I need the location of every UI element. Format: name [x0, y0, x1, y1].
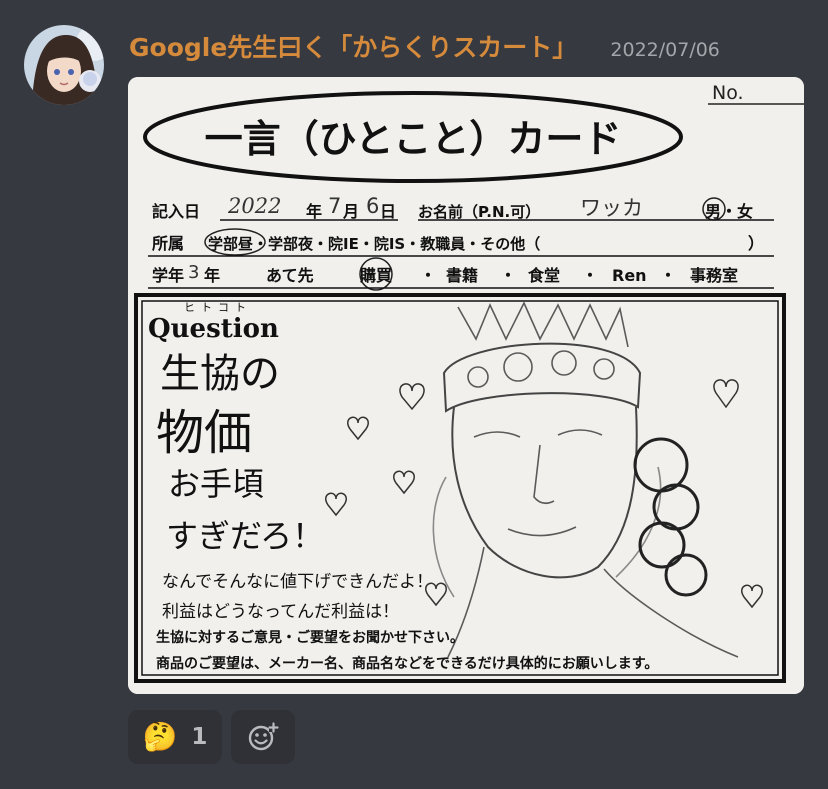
svg-text:・: ・ [660, 266, 676, 285]
handwriting-small-2: 利益はどうなってんだ利益は！ [162, 602, 399, 622]
recipient-cafeteria: 食堂 [527, 266, 560, 285]
year-label: 年 [306, 202, 322, 221]
svg-text:・: ・ [582, 266, 598, 285]
footer-line-2: 商品のご要望は、メーカー名、商品名などをできるだけ具体的にお願いします。 [156, 655, 658, 672]
recipient-ren: Ren [612, 266, 647, 285]
svg-text:・: ・ [500, 266, 516, 285]
handwriting-line-1: 生協の [160, 351, 280, 397]
day-label: 日 [380, 202, 396, 221]
reaction-count: 1 [191, 724, 208, 750]
question-ruby: ヒトコト [184, 301, 252, 314]
recipient-label: あて先 [266, 266, 314, 285]
grade-unit: 年 [204, 266, 220, 285]
name-value: ワッカ [580, 196, 643, 220]
handwriting-line-4: すぎだろ！ [166, 517, 324, 555]
add-reaction-button[interactable] [231, 710, 295, 764]
recipient-books: 書籍 [446, 266, 478, 285]
affiliation-label: 所属 [152, 234, 184, 253]
month-label: 月 [342, 202, 359, 221]
grade-value: 3 [188, 262, 199, 283]
add-reaction-icon [248, 722, 279, 751]
question-label: Question [148, 314, 279, 344]
gender-options: 男・女 [705, 202, 753, 221]
year-value: 2022 [227, 194, 281, 218]
user-avatar[interactable] [24, 25, 104, 105]
grade-label: 学年 [152, 266, 184, 285]
author-name[interactable]: Google先生曰く「からくりスカート」 [129, 33, 577, 62]
image-attachment[interactable]: No. 一言（ひとこと）カード 記入日 2022 年 7 月 6 日 お名前（P… [128, 77, 804, 694]
month-value: 7 [328, 194, 341, 218]
card-no-label: No. [712, 82, 744, 104]
affiliation-close: ） [748, 234, 764, 253]
recipient-office: 事務室 [690, 266, 738, 285]
reaction-thinking[interactable]: 🤔 1 [128, 710, 222, 764]
affiliation-options: 学部昼・学部夜・院IE・院IS・教職員・その他（ [208, 235, 540, 253]
handwriting-line-3: お手頃 [168, 465, 264, 503]
footer-line-1: 生協に対するご意見・ご要望をお聞かせ下さい。 [156, 629, 464, 646]
handwriting-line-2: 物価 [156, 405, 252, 461]
day-value: 6 [366, 194, 379, 218]
message-timestamp: 2022/07/06 [610, 39, 720, 61]
thinking-face-icon: 🤔 [142, 720, 178, 753]
card-title: 一言（ひとこと）カード [205, 117, 622, 161]
svg-text:・: ・ [420, 266, 436, 285]
date-label: 記入日 [152, 202, 200, 221]
recipient-purchasing: 購買 [359, 266, 392, 285]
name-label: お名前（P.N.可） [418, 203, 540, 221]
message-header: Google先生曰く「からくりスカート」 2022/07/06 [129, 28, 720, 64]
handwriting-small-1: なんでそんなに値下げできんだよ！ [162, 572, 433, 592]
